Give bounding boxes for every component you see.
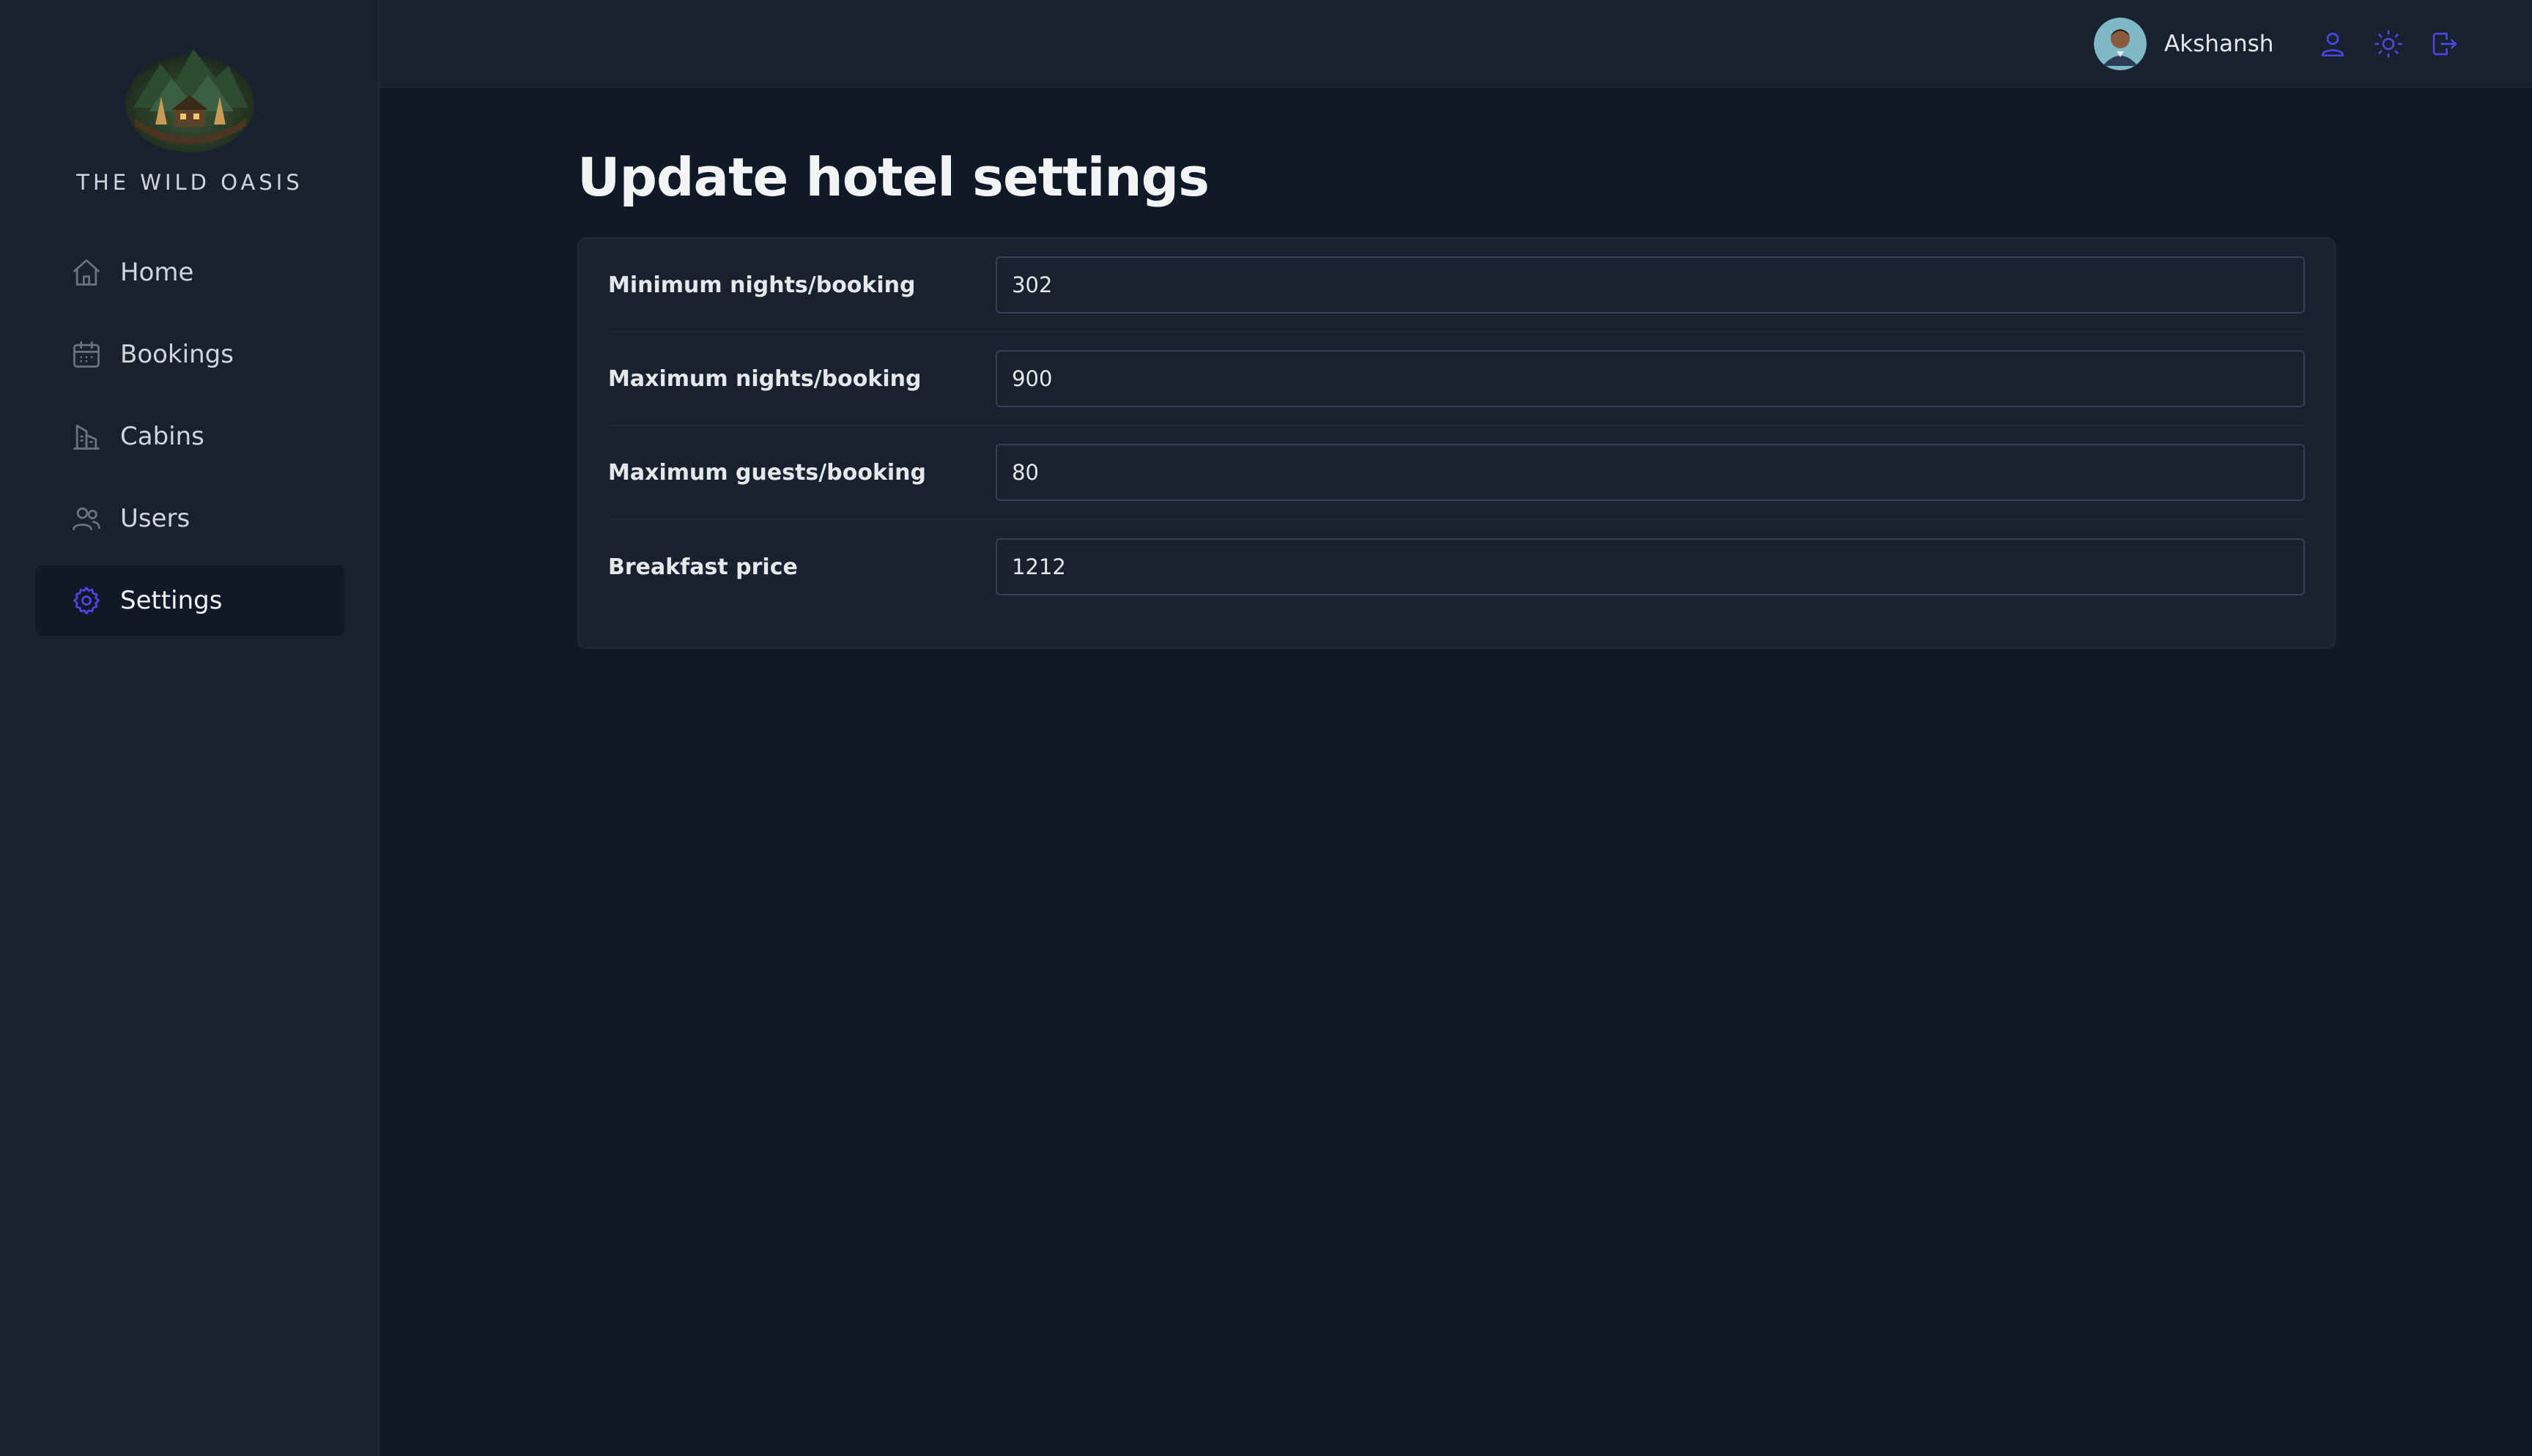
sidebar-item-settings[interactable]: Settings bbox=[35, 565, 344, 636]
settings-form: Minimum nights/booking Maximum nights/bo… bbox=[577, 237, 2336, 649]
home-icon bbox=[70, 256, 103, 289]
max-guests-label: Maximum guests/booking bbox=[608, 459, 927, 486]
sidebar-item-home[interactable]: Home bbox=[35, 237, 344, 308]
avatar bbox=[2094, 18, 2147, 70]
users-icon bbox=[70, 502, 103, 535]
form-row-max-guests: Maximum guests/booking bbox=[608, 426, 2305, 520]
sidebar-item-bookings[interactable]: Bookings bbox=[35, 319, 344, 390]
theme-toggle-button[interactable] bbox=[2369, 25, 2407, 63]
breakfast-price-label: Breakfast price bbox=[608, 554, 798, 580]
logout-button[interactable] bbox=[2425, 25, 2463, 63]
sidebar: THE WILD OASIS Home Bookings Cabins User… bbox=[0, 0, 380, 1456]
form-row-max-nights: Maximum nights/booking bbox=[608, 333, 2305, 426]
logo-image bbox=[125, 49, 254, 152]
max-nights-input[interactable] bbox=[996, 350, 2305, 407]
calendar-icon bbox=[70, 338, 103, 371]
sidebar-item-users[interactable]: Users bbox=[35, 483, 344, 554]
min-nights-input[interactable] bbox=[996, 256, 2305, 313]
app-root: THE WILD OASIS Home Bookings Cabins User… bbox=[0, 0, 2532, 1456]
sidebar-item-cabins[interactable]: Cabins bbox=[35, 401, 344, 472]
form-row-breakfast-price: Breakfast price bbox=[608, 520, 2305, 614]
brand-name: THE WILD OASIS bbox=[76, 170, 303, 195]
main-nav: Home Bookings Cabins Users Settings bbox=[35, 237, 344, 647]
page-title: Update hotel settings bbox=[577, 146, 1210, 208]
top-header: Akshansh bbox=[380, 0, 2532, 88]
sidebar-item-label: Cabins bbox=[120, 422, 204, 451]
max-guests-input[interactable] bbox=[996, 444, 2305, 501]
breakfast-price-input[interactable] bbox=[996, 538, 2305, 595]
gear-icon bbox=[70, 584, 103, 617]
cabins-icon bbox=[70, 420, 103, 453]
sidebar-item-label: Users bbox=[120, 504, 190, 533]
logout-icon bbox=[2429, 29, 2459, 59]
sidebar-item-label: Settings bbox=[120, 586, 223, 615]
sidebar-item-label: Bookings bbox=[120, 340, 234, 369]
account-button[interactable] bbox=[2314, 25, 2352, 63]
max-nights-label: Maximum nights/booking bbox=[608, 365, 922, 392]
sun-icon bbox=[2373, 29, 2404, 59]
min-nights-label: Minimum nights/booking bbox=[608, 272, 916, 298]
logo: THE WILD OASIS bbox=[0, 38, 380, 195]
sidebar-item-label: Home bbox=[120, 258, 194, 287]
user-info: Akshansh bbox=[2094, 18, 2273, 70]
header-actions bbox=[2314, 25, 2481, 63]
form-row-min-nights: Minimum nights/booking bbox=[608, 239, 2305, 333]
user-name: Akshansh bbox=[2164, 31, 2274, 57]
account-icon bbox=[2317, 29, 2348, 59]
